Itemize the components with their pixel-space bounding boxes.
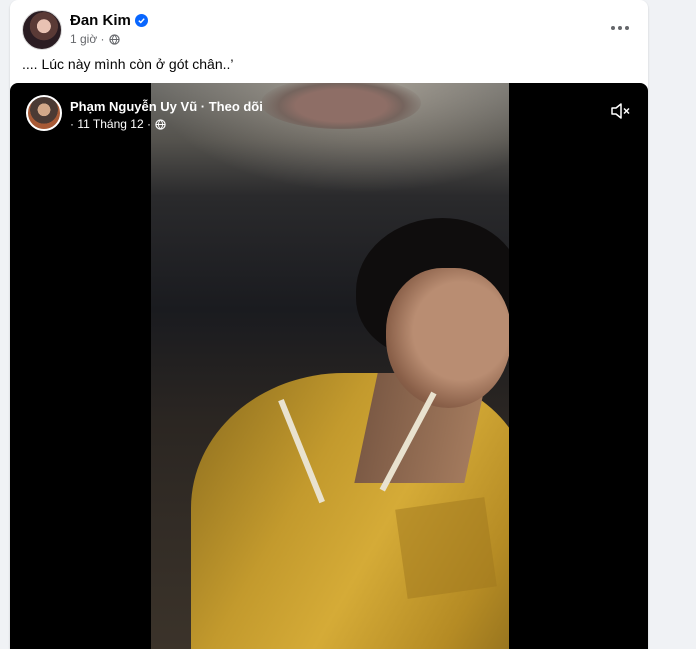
source-avatar[interactable] [26,95,62,131]
author-avatar[interactable] [22,10,62,50]
post-time[interactable]: 1 giờ · [70,32,105,46]
source-title: Phạm Nguyễn Uy Vũ · Theo dõi [70,99,263,114]
author-name[interactable]: Đan Kim [70,12,131,29]
post-caption: .... Lúc này mình còn ở gót chân..’ [22,56,234,72]
post-header: Đan Kim 1 giờ · [22,10,636,50]
post-meta: 1 giờ · [70,32,120,46]
verified-badge-icon [134,14,148,27]
speaker-muted-icon[interactable] [610,101,632,121]
video-player[interactable]: Phạm Nguyễn Uy Vũ · Theo dõi · 11 Tháng … [10,83,648,649]
more-options-icon[interactable] [604,14,636,42]
video-frame [151,83,509,649]
post-card: Đan Kim 1 giờ · .... Lúc này mình còn ở … [10,0,648,649]
globe-icon [155,118,166,130]
source-meta: · 11 Tháng 12 · [70,117,166,131]
source-date[interactable]: · 11 Tháng 12 · [70,117,151,131]
globe-icon[interactable] [108,33,120,45]
source-name[interactable]: Phạm Nguyễn Uy Vũ [70,99,197,114]
author-line: Đan Kim [70,12,148,29]
follow-link[interactable]: · Theo dõi [201,99,263,114]
